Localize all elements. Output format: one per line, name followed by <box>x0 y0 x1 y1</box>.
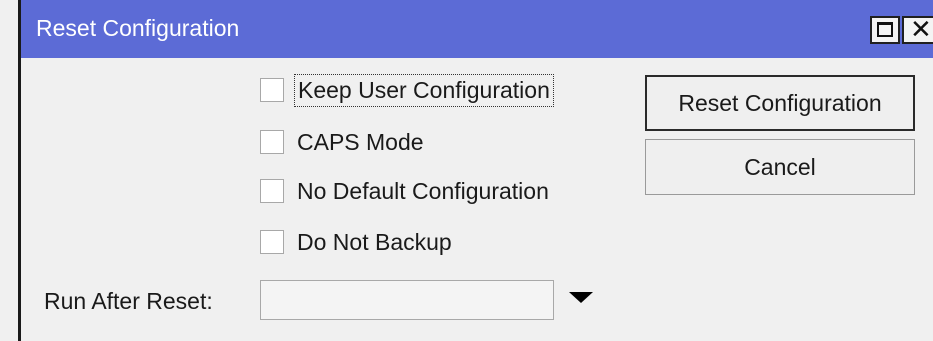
window-title: Reset Configuration <box>36 15 240 41</box>
checkbox[interactable] <box>260 78 284 102</box>
run-after-reset-label: Run After Reset: <box>44 288 213 314</box>
close-button[interactable]: ✕ <box>902 15 933 45</box>
checkbox-label[interactable]: Do Not Backup <box>294 227 455 258</box>
dropdown-arrow-icon[interactable] <box>569 292 593 303</box>
option-caps-mode[interactable]: CAPS Mode <box>260 126 427 158</box>
checkbox-label[interactable]: No Default Configuration <box>294 176 552 207</box>
checkbox-label[interactable]: CAPS Mode <box>294 127 427 158</box>
reset-configuration-dialog: Reset Configuration ✕ Keep User Configur… <box>0 0 933 341</box>
reset-configuration-button[interactable]: Reset Configuration <box>645 75 915 131</box>
title-bar[interactable]: Reset Configuration ✕ <box>21 0 933 58</box>
maximize-icon <box>877 22 893 37</box>
option-no-default-configuration[interactable]: No Default Configuration <box>260 175 552 207</box>
checkbox[interactable] <box>260 130 284 154</box>
checkbox[interactable] <box>260 179 284 203</box>
maximize-button[interactable] <box>870 16 900 44</box>
cancel-button[interactable]: Cancel <box>645 139 915 195</box>
option-do-not-backup[interactable]: Do Not Backup <box>260 226 455 258</box>
checkbox-label[interactable]: Keep User Configuration <box>294 73 554 107</box>
checkbox[interactable] <box>260 230 284 254</box>
option-keep-user-configuration[interactable]: Keep User Configuration <box>260 73 554 107</box>
close-icon: ✕ <box>910 15 932 45</box>
run-after-reset-field[interactable] <box>260 280 554 320</box>
